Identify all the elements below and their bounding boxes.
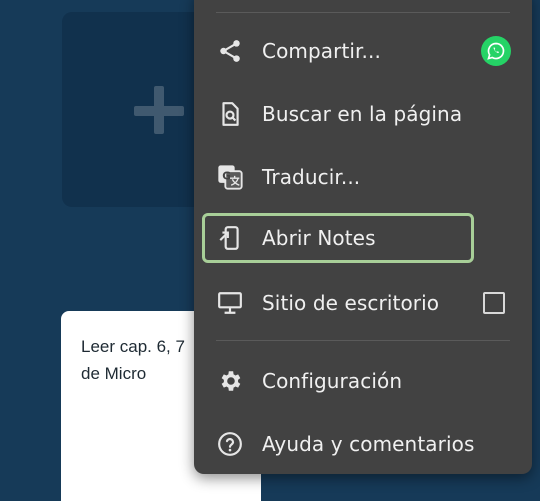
menu-item-find-in-page[interactable]: Buscar en la página	[200, 87, 520, 141]
help-icon	[216, 430, 244, 458]
menu-divider-bottom	[216, 340, 510, 341]
desktop-icon	[216, 289, 244, 317]
menu-item-settings[interactable]: Configuración	[200, 354, 520, 408]
menu-item-label: Sitio de escritorio	[262, 291, 440, 315]
plus-icon	[134, 86, 184, 134]
menu-divider-top	[216, 12, 510, 13]
svg-text:G: G	[222, 170, 231, 182]
menu-item-open-notes[interactable]: Abrir Notes	[202, 213, 474, 263]
find-in-page-icon	[216, 100, 244, 128]
open-in-app-icon	[216, 224, 244, 252]
share-icon	[216, 37, 244, 65]
menu-item-translate[interactable]: G Traducir...	[200, 150, 520, 204]
menu-item-desktop-site[interactable]: Sitio de escritorio	[200, 276, 520, 330]
whatsapp-icon[interactable]	[481, 36, 511, 66]
overflow-menu: Compartir... Buscar en la página G Tradu…	[194, 0, 532, 474]
menu-item-label: Traducir...	[262, 165, 361, 189]
menu-item-label: Compartir...	[262, 39, 381, 63]
menu-item-label: Ayuda y comentarios	[262, 432, 475, 456]
menu-item-share[interactable]: Compartir...	[200, 24, 520, 78]
menu-item-label: Configuración	[262, 369, 403, 393]
menu-item-label: Buscar en la página	[262, 102, 463, 126]
gear-icon	[216, 367, 244, 395]
translate-icon: G	[216, 163, 244, 191]
desktop-site-checkbox[interactable]	[483, 292, 505, 314]
menu-item-label: Abrir Notes	[262, 226, 376, 250]
menu-item-help[interactable]: Ayuda y comentarios	[200, 417, 520, 471]
